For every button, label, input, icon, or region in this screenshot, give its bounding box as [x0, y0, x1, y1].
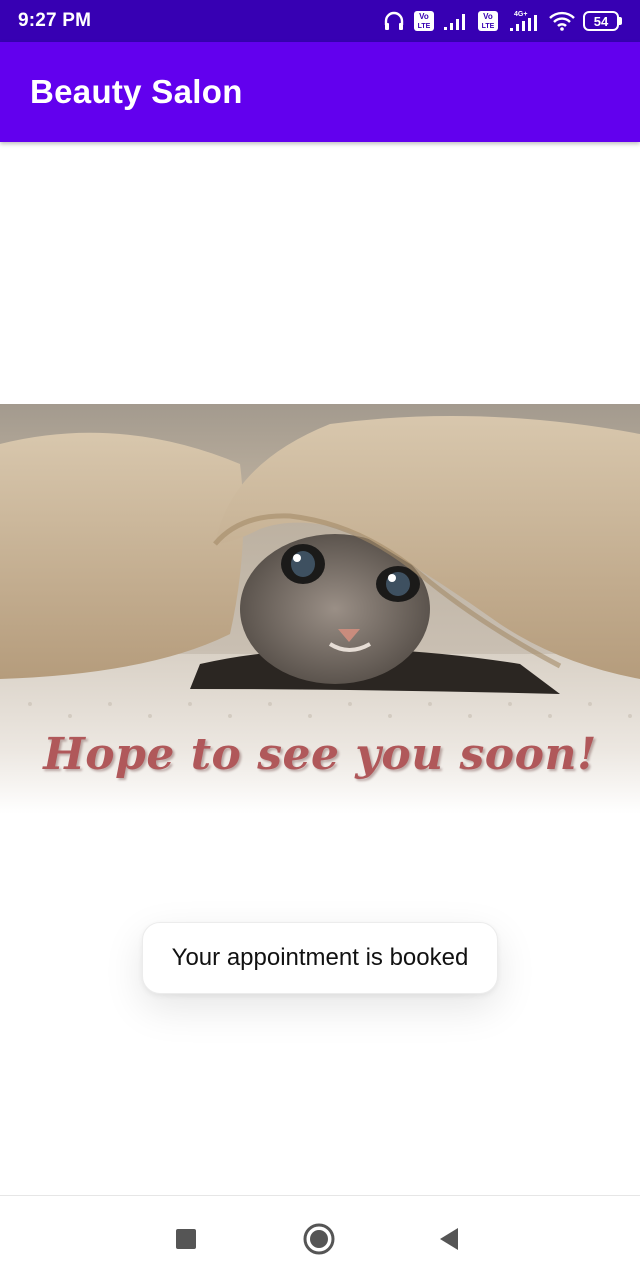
signal-icon	[443, 11, 469, 31]
toast-message: Your appointment is booked	[142, 922, 498, 994]
svg-text:LTE: LTE	[418, 23, 431, 30]
status-icons: Vo LTE Vo LTE 4G+ 54	[383, 9, 622, 33]
goodbye-image: Hope to see you soon!	[0, 404, 640, 814]
volte-icon: Vo LTE	[477, 10, 499, 32]
home-icon[interactable]	[302, 1222, 336, 1256]
toast-text: Your appointment is booked	[171, 944, 469, 971]
volte-icon: Vo LTE	[413, 10, 435, 32]
battery-icon: 54	[583, 11, 622, 31]
svg-text:4G+: 4G+	[514, 11, 527, 18]
hero-caption: Hope to see you soon!	[43, 729, 597, 780]
status-time: 9:27 PM	[18, 10, 92, 31]
navigation-bar	[0, 1195, 640, 1280]
svg-text:Vo: Vo	[419, 12, 429, 21]
svg-text:LTE: LTE	[482, 23, 495, 30]
status-bar: 9:27 PM Vo LTE Vo LTE 4G+ 54	[0, 0, 640, 42]
battery-level: 54	[583, 11, 619, 31]
app-title: Beauty Salon	[30, 73, 243, 110]
back-icon[interactable]	[432, 1222, 466, 1256]
wifi-icon	[549, 11, 575, 31]
svg-text:Vo: Vo	[483, 12, 493, 21]
app-bar: Beauty Salon	[0, 42, 640, 142]
signal-4g-icon: 4G+	[507, 9, 541, 33]
headphones-icon	[383, 10, 405, 32]
recents-icon[interactable]	[169, 1222, 203, 1256]
